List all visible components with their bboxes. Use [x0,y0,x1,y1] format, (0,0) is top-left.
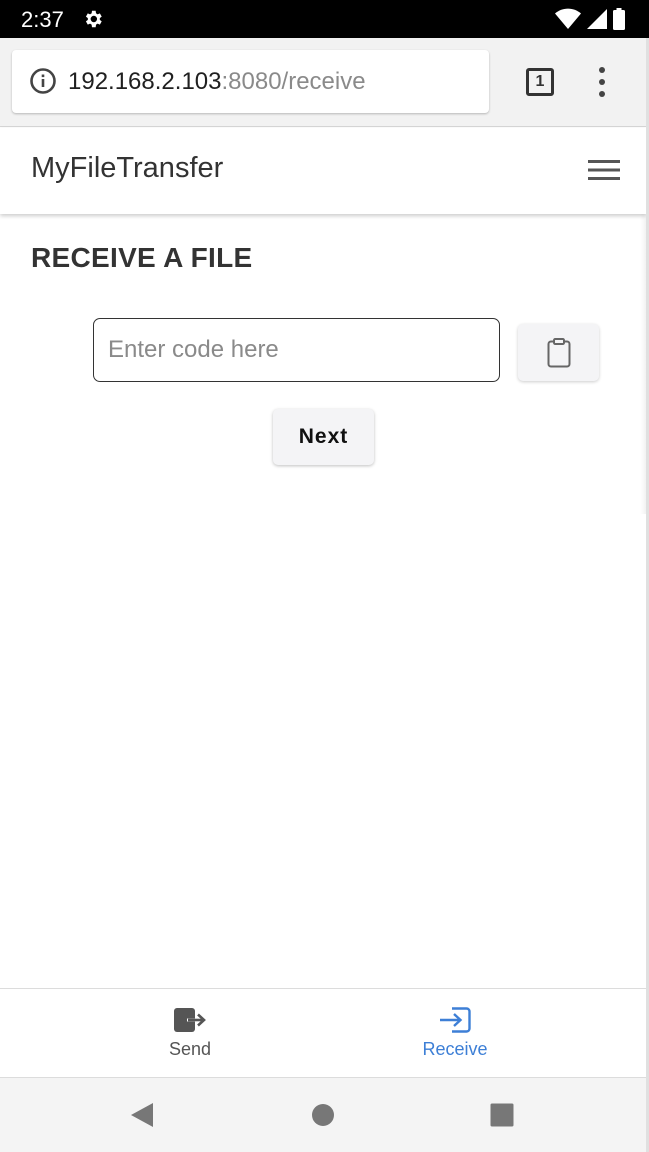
paste-button[interactable] [518,324,599,381]
status-bar: 2:37 [0,0,649,38]
tab-send-label: Send [168,1039,212,1059]
android-nav-bar [0,1077,646,1152]
send-icon [174,1008,206,1032]
settings-gear-icon [85,10,102,28]
back-icon[interactable] [130,1102,154,1128]
receive-icon [440,1007,471,1033]
bottom-tab-bar: Send Receive [0,988,646,1077]
url-host: 192.168.2.103 [68,68,222,95]
hamburger-menu-icon[interactable] [588,158,620,182]
signal-icon [587,9,607,29]
app-navbar: MyFileTransfer [0,128,646,214]
tab-switcher-button[interactable]: 1 [526,68,554,96]
brand-title[interactable]: MyFileTransfer [31,152,223,185]
status-time: 2:37 [21,7,64,32]
tab-receive-label: Receive [422,1039,488,1059]
status-icons [555,8,625,30]
url-text[interactable]: 192.168.2.103:8080/receive [68,68,366,96]
tab-receive[interactable]: Receive [395,989,515,1078]
page-title: RECEIVE A FILE [31,242,253,273]
browser-toolbar: 192.168.2.103:8080/receive 1 [0,38,649,127]
site-info-icon[interactable] [29,67,57,95]
code-input[interactable] [93,318,500,382]
overflow-menu-icon[interactable] [592,66,612,98]
tab-send[interactable]: Send [130,989,250,1078]
address-bar[interactable]: 192.168.2.103:8080/receive [12,50,489,113]
url-path: :8080/receive [221,68,366,95]
next-button[interactable]: Next [273,409,374,465]
recents-icon[interactable] [490,1103,514,1127]
clipboard-icon [547,337,570,367]
home-icon[interactable] [311,1103,335,1127]
screen: 2:37 192.168.2.103:8080/receive 1 MyFile… [0,0,649,1152]
wifi-icon [555,8,581,29]
battery-icon [613,8,625,30]
